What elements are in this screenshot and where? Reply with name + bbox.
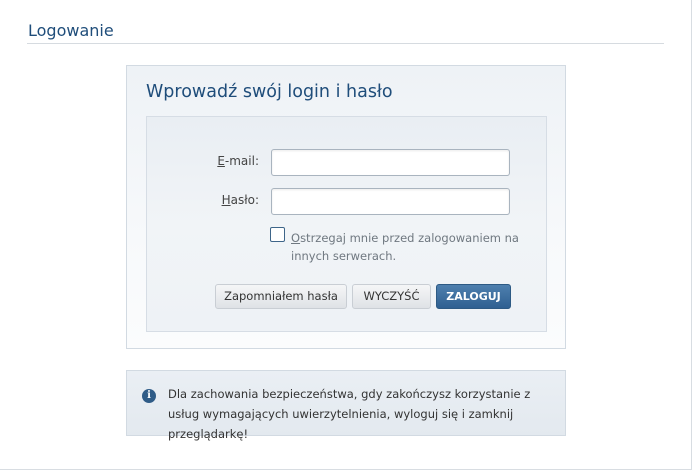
email-label-accesskey: E — [217, 154, 225, 168]
email-label-text: -mail: — [224, 154, 259, 168]
info-icon: i — [142, 389, 156, 403]
clear-button[interactable]: WYCZYŚĆ — [352, 284, 431, 309]
security-info-box: i Dla zachowania bezpieczeństwa, gdy zak… — [126, 370, 566, 441]
title-divider — [27, 43, 664, 44]
password-label: Hasło: — [147, 193, 259, 207]
warn-label-text: strzegaj mnie przed zalogowaniem na inny… — [291, 231, 519, 263]
password-label-text: asło: — [230, 193, 259, 207]
password-label-accesskey: H — [221, 193, 231, 207]
login-button[interactable]: ZALOGUJ — [436, 284, 511, 309]
security-info-text: Dla zachowania bezpieczeństwa, gdy zakoń… — [168, 387, 531, 441]
warn-other-servers-label[interactable]: Ostrzegaj mnie przed zalogowaniem na inn… — [291, 229, 521, 265]
forgot-password-button[interactable]: Zapomniałem hasła — [215, 284, 347, 309]
password-field[interactable] — [271, 188, 510, 215]
login-form: E-mail: Hasło: Ostrzegaj mnie przed zalo… — [146, 116, 547, 332]
warn-label-accesskey: O — [291, 231, 301, 245]
email-label: E-mail: — [147, 154, 259, 168]
warn-other-servers-checkbox[interactable] — [270, 227, 285, 242]
login-panel: Wprowadź swój login i hasło E-mail: Hasł… — [126, 65, 566, 349]
page-title: Logowanie — [28, 21, 114, 40]
email-field[interactable] — [271, 149, 510, 176]
login-heading: Wprowadź swój login i hasło — [146, 82, 393, 102]
